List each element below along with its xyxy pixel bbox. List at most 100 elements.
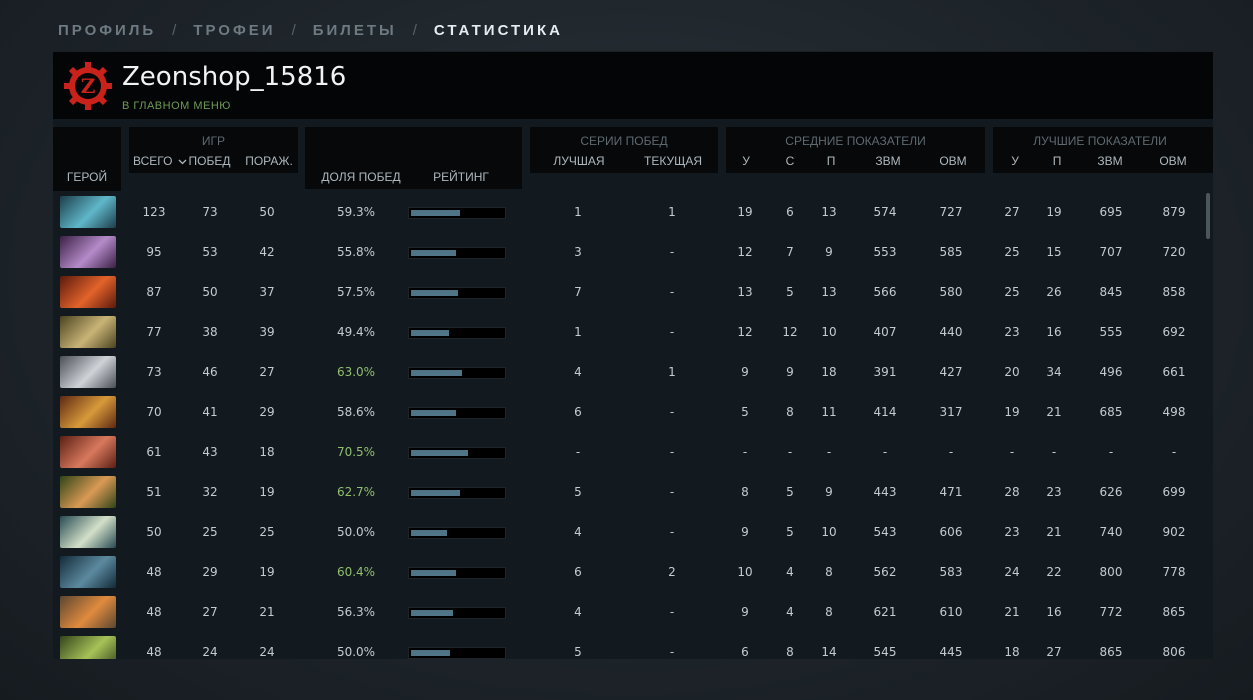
header-current-streak[interactable]: ТЕКУЩАЯ	[634, 154, 712, 168]
cell-current-streak: 1	[668, 205, 676, 219]
cell-avg-gpm: 443	[873, 485, 897, 499]
cell-avg-gpm: 553	[873, 245, 897, 259]
header-avg-block: СРЕДНИЕ ПОКАЗАТЕЛИ У С П ЗВМ ОВМ	[726, 127, 985, 173]
cell-best-streak: 6	[574, 405, 582, 419]
stats-table: ГЕРОЙ ИГР ВСЕГО ПОБЕД ПОРАЖ. ДОЛЯ ПОБЕД …	[53, 119, 1213, 659]
header-best-assists[interactable]: П	[1045, 154, 1069, 168]
cell-avg-xpm: 427	[939, 365, 963, 379]
cell-avg-a: 13	[821, 285, 837, 299]
chevron-down-icon	[178, 159, 187, 165]
cell-best-gpm: 695	[1099, 205, 1123, 219]
hero-portrait-icon[interactable]	[60, 196, 116, 228]
cell-wins: 38	[202, 325, 218, 339]
hero-portrait-icon[interactable]	[60, 236, 116, 268]
cell-losses: 39	[259, 325, 275, 339]
header-avg-xpm[interactable]: ОВМ	[931, 154, 975, 168]
breadcrumb-profile[interactable]: ПРОФИЛЬ	[58, 22, 156, 39]
header-winrate[interactable]: ДОЛЯ ПОБЕД	[313, 170, 409, 184]
cell-total: 70	[146, 405, 162, 419]
header-total-label: ВСЕГО	[133, 154, 173, 168]
table-row[interactable]: 61 43 18 70.5% - - - - - - - - - - -	[53, 432, 1213, 472]
cell-losses: 25	[259, 525, 275, 539]
hero-portrait-icon[interactable]	[60, 556, 116, 588]
table-row[interactable]: 87 50 37 57.5% 7-13 5 13 566 580 25 26 845 858	[53, 272, 1213, 312]
header-best-group: ЛУЧШИЕ ПОКАЗАТЕЛИ	[1033, 134, 1167, 148]
rating-bar	[408, 407, 506, 419]
table-row[interactable]: 48 24 24 50.0% 5-6 8 14 545 445 18 27 865 806	[53, 632, 1213, 659]
cell-best-xpm: 858	[1162, 285, 1186, 299]
cell-avg-xpm: 610	[939, 605, 963, 619]
cell-current-streak: -	[669, 485, 675, 499]
header-avg-assists[interactable]: П	[819, 154, 843, 168]
header-best-gpm[interactable]: ЗВМ	[1088, 154, 1132, 168]
cell-avg-a: 10	[821, 525, 837, 539]
cell-current-streak: -	[669, 325, 675, 339]
rating-bar	[408, 367, 506, 379]
breadcrumb-trophies[interactable]: ТРОФЕИ	[193, 22, 275, 39]
header-avg-kills[interactable]: У	[734, 154, 758, 168]
table-row[interactable]: 70 41 29 58.6% 6-5 8 11 414 317 19 21 685 498	[53, 392, 1213, 432]
cell-best-streak: 4	[574, 365, 582, 379]
table-row[interactable]: 77 38 39 49.4% 1-12 12 10 407 440 23 16 555 692	[53, 312, 1213, 352]
header-best-streak[interactable]: ЛУЧШАЯ	[540, 154, 618, 168]
rating-bar-fill	[411, 650, 450, 656]
cell-best-a: 15	[1046, 245, 1062, 259]
cell-avg-a: 11	[821, 405, 837, 419]
cell-winrate: 60.4%	[336, 565, 376, 579]
cell-best-streak: 5	[574, 485, 582, 499]
hero-portrait-icon[interactable]	[60, 516, 116, 548]
breadcrumb-tickets[interactable]: БИЛЕТЫ	[313, 22, 397, 39]
hero-portrait-icon[interactable]	[60, 316, 116, 348]
profile-logo-icon: Z	[64, 62, 112, 110]
table-row[interactable]: 73 46 27 63.0% 4 1 9 9 18 391 427 20 34 496 661	[53, 352, 1213, 392]
cell-losses: 42	[259, 245, 275, 259]
table-row[interactable]: 95 53 42 55.8% 3-12 7 9 553 585 25 15 707 720	[53, 232, 1213, 272]
cell-avg-a: 13	[821, 205, 837, 219]
cell-total: 73	[146, 365, 162, 379]
cell-best-xpm: 720	[1162, 245, 1186, 259]
hero-portrait-icon[interactable]	[60, 356, 116, 388]
header-streaks-block: СЕРИИ ПОБЕД ЛУЧШАЯ ТЕКУЩАЯ	[530, 127, 718, 173]
hero-portrait-icon[interactable]	[60, 436, 116, 468]
header-best-kills[interactable]: У	[1003, 154, 1027, 168]
cell-best-xpm: -	[1171, 445, 1177, 459]
hero-portrait-icon[interactable]	[60, 276, 116, 308]
table-row[interactable]: 50 25 25 50.0% 4-9 5 10 543 606 23 21 740 902	[53, 512, 1213, 552]
cell-avg-xpm: 440	[939, 325, 963, 339]
hero-portrait-icon[interactable]	[60, 396, 116, 428]
cell-wins: 46	[202, 365, 218, 379]
hero-portrait-icon[interactable]	[60, 636, 116, 659]
header-wins[interactable]: ПОБЕД	[187, 154, 232, 168]
header-avg-deaths[interactable]: С	[778, 154, 802, 168]
cell-avg-xpm: 727	[939, 205, 963, 219]
table-row[interactable]: 48 27 21 56.3% 4-9 4 8 621 610 21 16 772 865	[53, 592, 1213, 632]
cell-losses: 19	[259, 485, 275, 499]
header-best-xpm[interactable]: ОВМ	[1151, 154, 1195, 168]
header-avg-group: СРЕДНИЕ ПОКАЗАТЕЛИ	[785, 134, 926, 148]
header-rating[interactable]: РЕЙТИНГ	[419, 170, 503, 184]
header-total[interactable]: ВСЕГО	[133, 154, 187, 168]
table-row[interactable]: 48 29 19 60.4% 6 2 10 4 8 562 583 24 22 800 778	[53, 552, 1213, 592]
rating-bar	[408, 287, 506, 299]
table-row[interactable]: 123 73 50 59.3% 1 1 19 6 13 574 727 27 19 695 879	[53, 192, 1213, 232]
cell-winrate: 55.8%	[336, 245, 376, 259]
rating-bar	[408, 207, 506, 219]
table-row[interactable]: 51 32 19 62.7% 5-8 5 9 443 471 28 23 626 699	[53, 472, 1213, 512]
header-hero[interactable]: ГЕРОЙ	[53, 170, 121, 184]
cell-current-streak: -	[669, 645, 675, 659]
breadcrumb-separator: /	[291, 22, 299, 39]
header-losses[interactable]: ПОРАЖ.	[243, 154, 295, 168]
cell-best-a: 21	[1046, 525, 1062, 539]
hero-portrait-icon[interactable]	[60, 476, 116, 508]
cell-avg-a: 14	[821, 645, 837, 659]
header-avg-gpm[interactable]: ЗВМ	[866, 154, 910, 168]
cell-best-a: 19	[1046, 205, 1062, 219]
cell-best-a: 26	[1046, 285, 1062, 299]
cell-total: 77	[146, 325, 162, 339]
breadcrumb-statistics[interactable]: СТАТИСТИКА	[434, 22, 563, 39]
scrollbar-thumb[interactable]	[1206, 193, 1210, 239]
cell-total: 61	[146, 445, 162, 459]
hero-portrait-icon[interactable]	[60, 596, 116, 628]
cell-best-xpm: 778	[1162, 565, 1186, 579]
cell-winrate: 56.3%	[336, 605, 376, 619]
